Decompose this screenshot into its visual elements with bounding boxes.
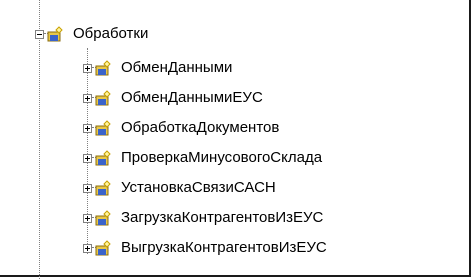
tree-item-label[interactable]: ОбменДаннымиЕУС bbox=[119, 89, 265, 107]
processing-folder-icon bbox=[95, 180, 111, 196]
plus-icon[interactable] bbox=[83, 153, 92, 163]
tree-item-vygruzka-kontragentov[interactable]: ВыгрузкаКонтрагентовИзЕУС bbox=[83, 238, 329, 258]
plus-icon[interactable] bbox=[83, 63, 92, 73]
tree-item-zagruzka-kontragentov[interactable]: ЗагрузкаКонтрагентовИзЕУС bbox=[83, 208, 325, 228]
tree-item-ustanovka-svyazi-sasn[interactable]: УстановкаСвязиСАСН bbox=[83, 178, 278, 198]
tree-root-row[interactable]: Обработки bbox=[35, 24, 150, 44]
tree-item-label[interactable]: ЗагрузкаКонтрагентовИзЕУС bbox=[119, 209, 325, 227]
processing-folder-icon bbox=[95, 210, 111, 226]
processing-folder-icon bbox=[95, 60, 111, 76]
processing-folder-icon bbox=[95, 240, 111, 256]
tree-item-obmen-dannymi[interactable]: ОбменДанными bbox=[83, 58, 234, 78]
plus-icon[interactable] bbox=[83, 123, 92, 133]
processing-folder-icon bbox=[95, 150, 111, 166]
tree-panel: Обработки ОбменДанными ОбменДаннымиЕУС О… bbox=[0, 0, 471, 279]
tree-item-obmen-dannymi-eus[interactable]: ОбменДаннымиЕУС bbox=[83, 88, 265, 108]
plus-icon[interactable] bbox=[83, 213, 92, 223]
tree-item-label[interactable]: ОбменДанными bbox=[119, 59, 234, 77]
minus-icon[interactable] bbox=[35, 29, 44, 39]
plus-icon[interactable] bbox=[83, 243, 92, 253]
metadata-tree: Обработки ОбменДанными ОбменДаннымиЕУС О… bbox=[0, 0, 469, 279]
tree-item-proverka-minusovogo-sklada[interactable]: ПроверкаМинусовогоСклада bbox=[83, 148, 324, 168]
plus-icon[interactable] bbox=[83, 93, 92, 103]
tree-item-label[interactable]: ОбработкаДокументов bbox=[119, 119, 281, 137]
processing-folder-icon bbox=[47, 26, 63, 42]
plus-icon[interactable] bbox=[83, 183, 92, 193]
tree-item-label[interactable]: УстановкаСвязиСАСН bbox=[119, 179, 278, 197]
tree-root-label[interactable]: Обработки bbox=[71, 25, 150, 43]
tree-item-obrabotka-dokumentov[interactable]: ОбработкаДокументов bbox=[83, 118, 281, 138]
processing-folder-icon bbox=[95, 90, 111, 106]
tree-item-label[interactable]: ПроверкаМинусовогоСклада bbox=[119, 149, 324, 167]
tree-item-label[interactable]: ВыгрузкаКонтрагентовИзЕУС bbox=[119, 239, 329, 257]
processing-folder-icon bbox=[95, 120, 111, 136]
